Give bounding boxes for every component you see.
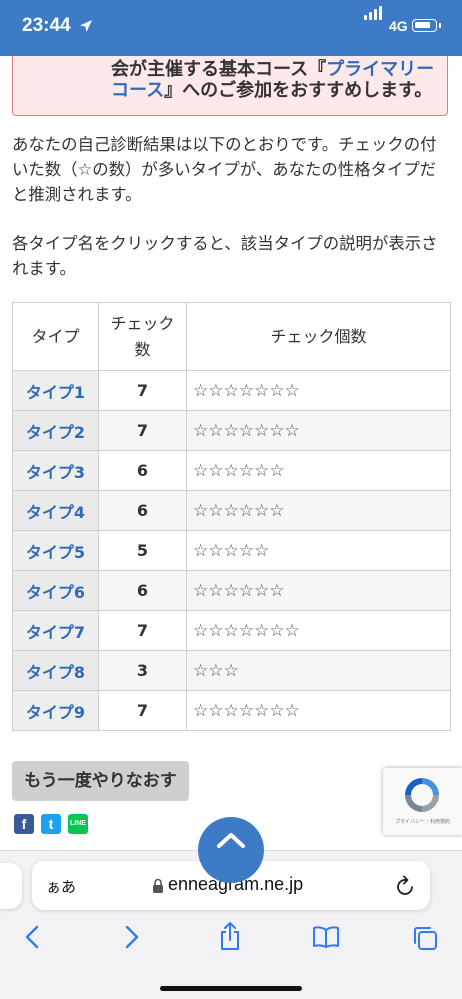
scroll-top-button[interactable] — [198, 817, 264, 883]
table-row: タイプ4 6 ☆☆☆☆☆☆ — [12, 490, 451, 531]
check-count: 6 — [98, 570, 187, 611]
status-time: 23:44 — [22, 15, 71, 36]
header-count-line2: 数 — [134, 339, 151, 359]
star-rating: ☆☆☆☆☆☆☆ — [186, 610, 451, 651]
type-link[interactable]: タイプ6 — [26, 583, 85, 602]
recaptcha-icon — [405, 778, 439, 812]
status-bar: 23:44 4G — [0, 0, 462, 56]
star-rating: ☆☆☆☆☆☆☆ — [186, 410, 451, 451]
retry-button[interactable]: もう一度やりなおす — [12, 761, 189, 801]
lock-icon — [153, 878, 163, 893]
check-count: 6 — [98, 450, 187, 491]
twitter-icon[interactable]: t — [41, 814, 61, 834]
type-link[interactable]: タイプ1 — [26, 383, 85, 402]
table-row: タイプ3 6 ☆☆☆☆☆☆ — [12, 450, 451, 491]
notice-text-2: 』へのご参加をおすすめします。 — [164, 80, 433, 101]
location-arrow-icon — [80, 20, 92, 32]
check-count: 7 — [98, 690, 187, 731]
table-header-row: タイプ チェック 数 チェック個数 — [12, 302, 451, 371]
type-link[interactable]: タイプ5 — [26, 543, 85, 562]
check-count: 5 — [98, 530, 187, 571]
notice-line-1: 会が主催する基本コース『プライマリー — [111, 59, 434, 81]
type-link[interactable]: タイプ8 — [26, 663, 85, 682]
table-row: タイプ9 7 ☆☆☆☆☆☆☆ — [12, 690, 451, 731]
header-stars: チェック個数 — [186, 302, 451, 371]
back-icon[interactable] — [24, 925, 40, 949]
primary-course-link[interactable]: プライマリー — [326, 59, 434, 80]
line-icon[interactable]: LINE — [68, 814, 88, 834]
star-rating: ☆☆☆☆☆☆ — [186, 450, 451, 491]
header-count: チェック 数 — [98, 302, 187, 371]
star-rating: ☆☆☆☆☆☆ — [186, 570, 451, 611]
result-intro: あなたの自己診断結果は以下のとおりです。チェックの付いた数（☆の数）が多いタイプ… — [12, 135, 437, 204]
star-rating: ☆☆☆☆☆☆ — [186, 490, 451, 531]
recaptcha-badge[interactable]: プライバシー・利用規約 — [383, 768, 462, 835]
type-link[interactable]: タイプ4 — [26, 503, 85, 522]
result-table: タイプ チェック 数 チェック個数 タイプ1 7 ☆☆☆☆☆☆☆ タイプ2 7 … — [12, 302, 451, 731]
star-rating: ☆☆☆☆☆☆☆ — [186, 370, 451, 411]
course-notice: 会が主催する基本コース『プライマリー コース』へのご参加をおすすめします。 — [12, 56, 448, 116]
header-type: タイプ — [12, 302, 99, 371]
type-click-hint: 各タイプ名をクリックすると、該当タイプの説明が表示されます。 — [12, 234, 438, 278]
check-count: 3 — [98, 650, 187, 691]
star-rating: ☆☆☆ — [186, 650, 451, 691]
tabs-icon[interactable] — [412, 925, 438, 951]
check-count: 6 — [98, 490, 187, 531]
check-count: 7 — [98, 410, 187, 451]
page-settings-button[interactable]: ぁあ — [46, 876, 76, 897]
primary-course-link-2[interactable]: コース — [111, 80, 164, 101]
share-icon[interactable] — [218, 921, 242, 951]
reload-icon[interactable] — [396, 875, 416, 897]
check-count: 7 — [98, 370, 187, 411]
facebook-icon[interactable]: f — [14, 814, 34, 834]
network-label: 4G — [389, 18, 408, 34]
type-link[interactable]: タイプ3 — [26, 463, 85, 482]
bookmarks-icon[interactable] — [312, 926, 340, 948]
table-row: タイプ2 7 ☆☆☆☆☆☆☆ — [12, 410, 451, 451]
table-row: タイプ1 7 ☆☆☆☆☆☆☆ — [12, 370, 451, 411]
type-link[interactable]: タイプ2 — [26, 423, 85, 442]
star-rating: ☆☆☆☆☆ — [186, 530, 451, 571]
table-row: タイプ6 6 ☆☆☆☆☆☆ — [12, 570, 451, 611]
star-rating: ☆☆☆☆☆☆☆ — [186, 690, 451, 731]
previous-tab-peek[interactable] — [0, 863, 22, 909]
notice-text-1: 会が主催する基本コース『 — [111, 59, 327, 80]
recaptcha-privacy-text[interactable]: プライバシー・利用規約 — [383, 818, 462, 825]
table-row: タイプ8 3 ☆☆☆ — [12, 650, 451, 691]
notice-line-2: コース』へのご参加をおすすめします。 — [111, 80, 432, 102]
type-link[interactable]: タイプ7 — [26, 623, 85, 642]
table-row: タイプ7 7 ☆☆☆☆☆☆☆ — [12, 610, 451, 651]
table-row: タイプ5 5 ☆☆☆☆☆ — [12, 530, 451, 571]
check-count: 7 — [98, 610, 187, 651]
forward-icon[interactable] — [124, 925, 140, 949]
chevron-up-icon — [217, 833, 245, 848]
type-link[interactable]: タイプ9 — [26, 703, 85, 722]
home-indicator — [160, 986, 302, 991]
battery-icon — [412, 19, 441, 32]
header-count-line1: チェック — [110, 313, 175, 333]
